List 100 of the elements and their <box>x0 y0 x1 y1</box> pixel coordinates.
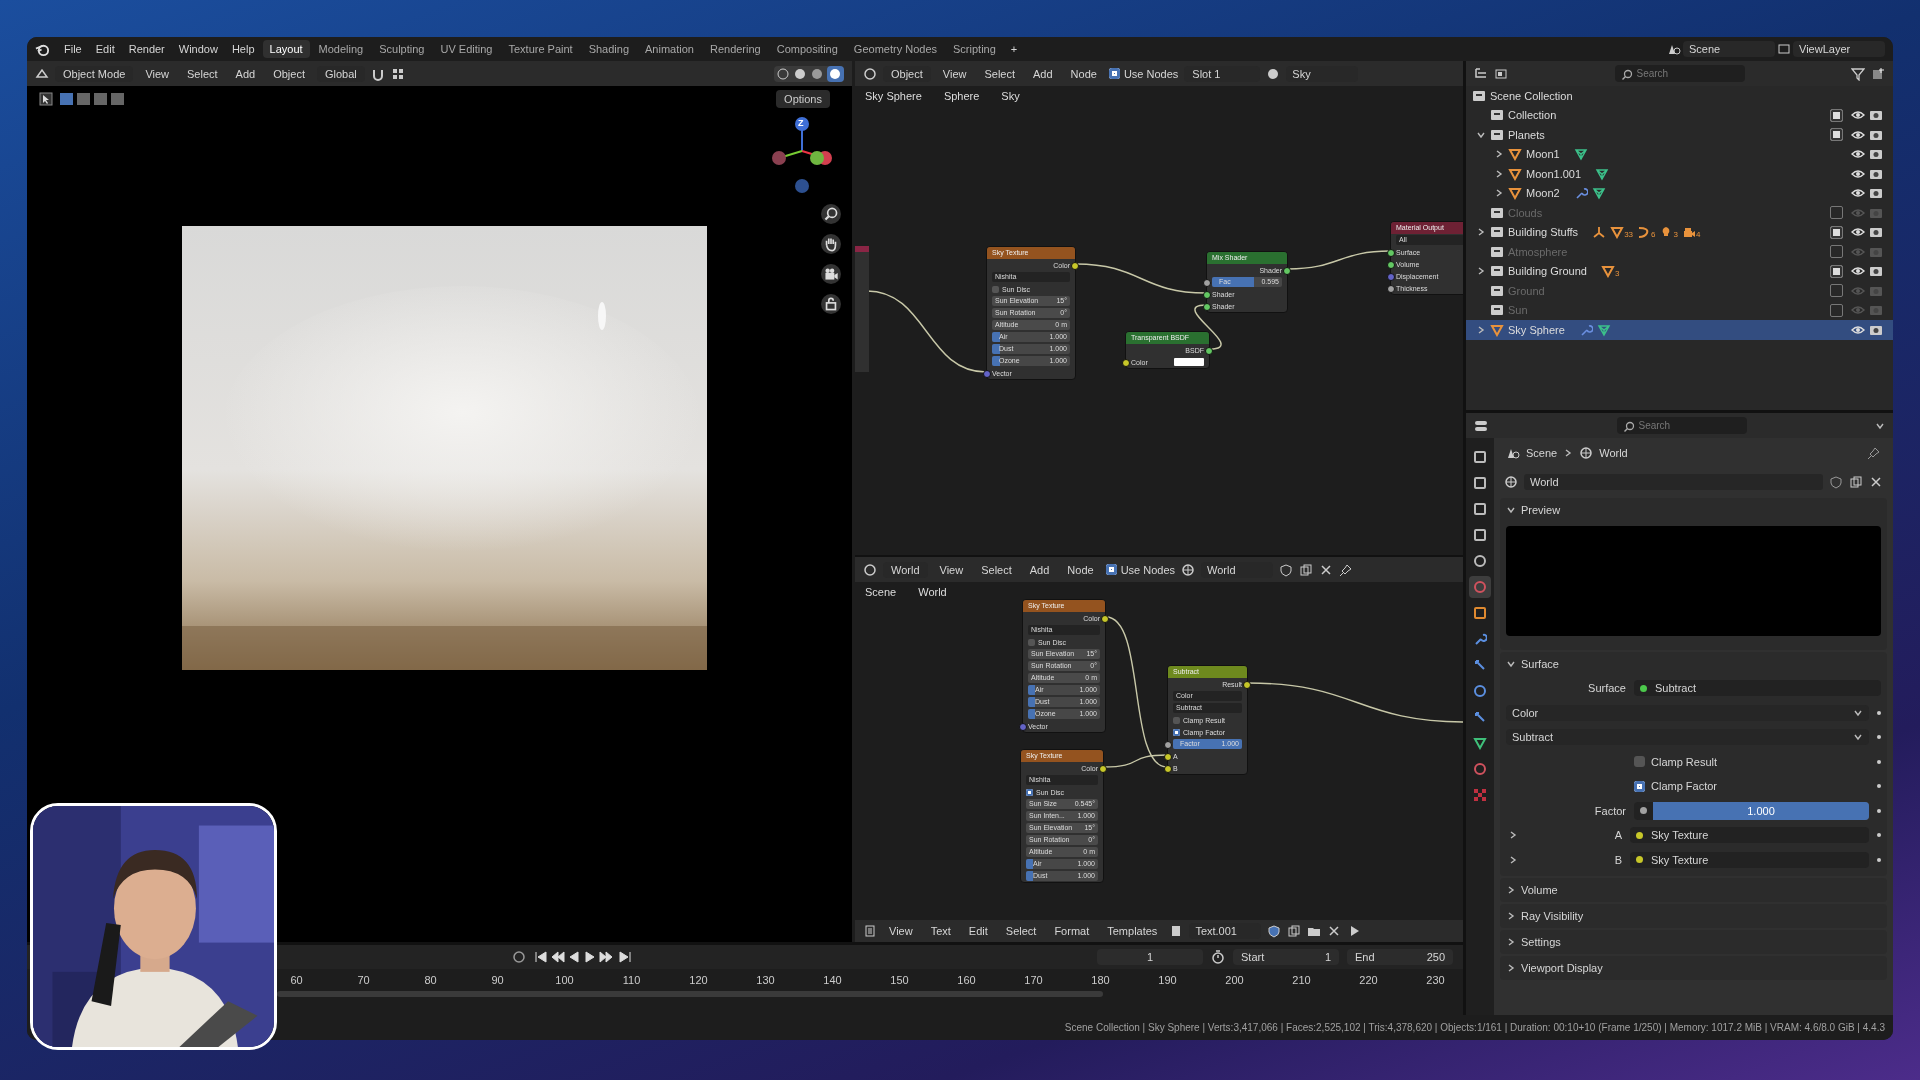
panel-header[interactable]: Ray Visibility <box>1500 904 1887 928</box>
hand-icon[interactable] <box>821 234 841 254</box>
outliner-item[interactable]: Scene Collection <box>1490 89 1573 102</box>
workspace-tab[interactable]: Sculpting <box>372 40 432 58</box>
outliner-item[interactable]: Collection <box>1508 109 1557 122</box>
workspace-tab[interactable]: Modeling <box>311 40 371 58</box>
socket[interactable] <box>1203 291 1211 299</box>
node-editor-icon[interactable] <box>863 66 877 81</box>
workspace-tab[interactable]: Texture Paint <box>501 40 580 58</box>
use-nodes-checkbox[interactable]: Use Nodes <box>1108 67 1179 80</box>
mode-dropdown[interactable]: Object Mode <box>55 65 134 82</box>
exclude-checkbox[interactable] <box>1830 225 1843 239</box>
shader-link-field[interactable]: Sky Texture <box>1630 851 1869 868</box>
workspace-tab[interactable]: Shading <box>581 40 637 58</box>
dropdown[interactable]: Color <box>1506 704 1869 721</box>
search-field[interactable]: Search <box>1616 417 1747 434</box>
globe-icon[interactable] <box>1181 562 1196 577</box>
socket[interactable] <box>1101 615 1109 623</box>
workspace-tab[interactable]: Scripting <box>946 40 1003 58</box>
grid-icon[interactable] <box>390 66 405 81</box>
exclude-checkbox[interactable] <box>1830 284 1843 298</box>
socket[interactable] <box>1164 753 1172 761</box>
outliner-item[interactable]: Planets <box>1508 128 1545 141</box>
menu-item[interactable]: View <box>933 561 970 578</box>
shield-icon[interactable] <box>1279 562 1294 577</box>
object-type-dropdown[interactable]: Object <box>883 65 931 82</box>
exclude-checkbox[interactable] <box>1830 206 1843 220</box>
menu-item[interactable]: Templates <box>1101 923 1164 939</box>
menu-item[interactable]: Select <box>999 923 1043 939</box>
exclude-checkbox[interactable] <box>1830 128 1843 142</box>
mesh-icon[interactable] <box>1596 322 1611 337</box>
menu-item[interactable]: Add <box>1027 65 1059 82</box>
shading-buttons[interactable] <box>774 65 844 82</box>
outliner-item[interactable]: Moon1.001 <box>1526 167 1582 180</box>
current-frame-field[interactable]: 1 <box>1097 949 1203 965</box>
properties-tab[interactable] <box>1469 576 1491 598</box>
world-field[interactable]: World <box>1201 561 1274 578</box>
globe-icon[interactable] <box>1504 475 1518 489</box>
socket[interactable] <box>1387 285 1395 293</box>
properties-icon[interactable] <box>1474 418 1488 433</box>
panel-header[interactable]: Surface <box>1500 652 1887 676</box>
close-icon[interactable] <box>1319 562 1334 577</box>
menu-item[interactable]: View <box>139 65 176 82</box>
exclude-checkbox[interactable] <box>1830 303 1843 317</box>
world-type-dropdown[interactable]: World <box>883 561 928 578</box>
socket[interactable] <box>1203 303 1211 311</box>
material-field[interactable]: Sky <box>1286 65 1359 82</box>
menu-item[interactable]: Text <box>924 923 957 939</box>
start-frame-field[interactable]: Start 1 <box>1233 949 1339 965</box>
filter-icon[interactable] <box>1851 66 1865 81</box>
menu-item[interactable]: Node <box>1064 65 1103 82</box>
pin-icon[interactable] <box>1339 562 1354 577</box>
outliner-item[interactable]: Moon2 <box>1526 187 1560 200</box>
stopwatch-icon[interactable] <box>1211 950 1225 964</box>
panel-header[interactable]: Settings <box>1500 930 1887 954</box>
options-button[interactable]: Options <box>776 90 830 108</box>
orientation-dropdown[interactable]: Global <box>317 65 365 82</box>
shield-icon[interactable] <box>1829 475 1843 489</box>
view-layer-icon[interactable] <box>1777 42 1791 56</box>
shader-link-field[interactable]: Subtract <box>1634 680 1881 697</box>
lock-icon[interactable] <box>821 294 841 314</box>
menu-item[interactable]: View <box>936 65 973 82</box>
triangle-icon[interactable] <box>1600 264 1615 279</box>
menu-item[interactable]: Object <box>267 65 311 82</box>
menu-item[interactable]: Edit <box>89 41 121 57</box>
menu-item[interactable]: Add <box>229 65 262 82</box>
menu-item[interactable]: Select <box>978 65 1022 82</box>
select-tool-icon[interactable] <box>39 92 53 106</box>
menu-item[interactable]: Add <box>1023 561 1056 578</box>
socket[interactable] <box>1205 347 1213 355</box>
pin-icon[interactable] <box>1867 446 1881 460</box>
outliner-item[interactable]: Moon1 <box>1526 148 1560 161</box>
panel-header[interactable]: Preview <box>1500 498 1887 522</box>
socket[interactable] <box>1099 765 1107 773</box>
workspace-tab[interactable]: Compositing <box>769 40 845 58</box>
node-editor-icon[interactable] <box>863 562 877 577</box>
menu-item[interactable]: Select <box>181 65 224 82</box>
checkbox[interactable]: Clamp Result <box>1634 755 1869 768</box>
use-nodes-checkbox[interactable]: Use Nodes <box>1105 563 1176 576</box>
socket[interactable] <box>1387 261 1395 269</box>
socket[interactable] <box>1387 249 1395 257</box>
menu-item[interactable]: File <box>58 41 88 57</box>
shader-link-field[interactable]: Sky Texture <box>1630 827 1869 844</box>
menu-item[interactable]: Format <box>1048 923 1096 939</box>
outliner-icon[interactable] <box>1474 66 1488 81</box>
menu-item[interactable]: Render <box>122 41 171 57</box>
socket[interactable] <box>1122 359 1130 367</box>
triangle-icon[interactable] <box>1610 225 1625 240</box>
workspace-tab[interactable]: Geometry Nodes <box>846 40 944 58</box>
world-name-field[interactable]: World <box>1524 474 1823 490</box>
duplicate-icon[interactable] <box>1299 562 1314 577</box>
slot-dropdown[interactable]: Slot 1 <box>1184 65 1261 82</box>
menu-item[interactable]: Help <box>225 41 261 57</box>
text-editor-icon[interactable] <box>863 924 877 938</box>
close-icon[interactable] <box>1327 924 1342 938</box>
color-swatch[interactable] <box>1174 358 1204 366</box>
mesh-icon[interactable] <box>1595 166 1610 181</box>
text-field[interactable]: Text.001 <box>1189 923 1262 939</box>
record-icon[interactable] <box>512 950 526 964</box>
socket[interactable] <box>1283 267 1291 275</box>
